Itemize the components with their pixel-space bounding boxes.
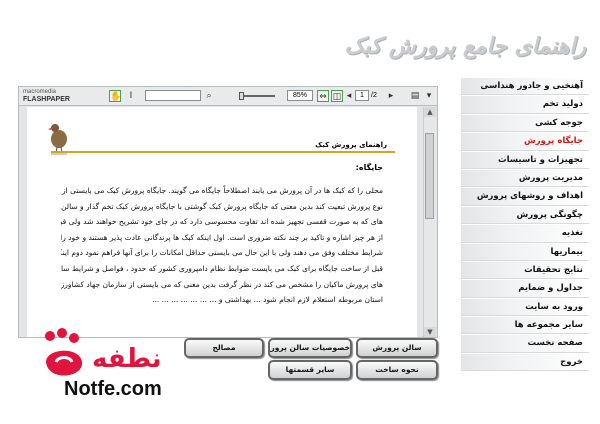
search-icon[interactable]: ⌕ [203,90,215,102]
text-select-icon[interactable]: I [125,90,137,102]
section-title: جایگاه: [355,163,383,172]
flashpaper-logo-big: FLASHPAPER [23,96,70,103]
menu-item-modiriat[interactable]: مدیریت پرورش [461,169,589,188]
body-line: قبل از ساخت جایگاه برای کبک می بایست ضوا… [61,263,383,273]
menu-item-khoruj[interactable]: خروج [461,353,589,372]
zoom-slider[interactable] [239,92,275,100]
body-line: استان مربوطه استعلام لازم انجام شود ... … [152,295,383,305]
menu-item-mohandesi[interactable]: آهنخیی و جادور هنداسی [461,78,589,96]
menu-item-tolid-tokhm[interactable]: دولید تخم [461,96,589,114]
salon-parvaresh-button[interactable]: سالن پرورش [356,338,438,358]
document-body: محلی را که کبک ها در آن پرورش می یابند ا… [61,183,383,308]
menu-item-jadaval[interactable]: جداول و ضمایم [461,280,589,298]
document-page: راهنمای پرورش کبک جایگاه: محلی را که کبک… [27,107,417,337]
page-number-input[interactable]: 1 [355,90,369,101]
notfe-logo: نطفه Notfe.com [40,318,190,418]
page-total: /2 [371,92,377,99]
masaleh-button[interactable]: مصالح [184,338,264,358]
body-line: های که به صورت قفسی تجهیز شده اند تفاوت … [61,217,383,227]
body-line: محلی را که کبک ها در آن پرورش می یابند ا… [61,186,383,195]
next-page-icon[interactable]: ▸ [385,90,397,102]
logo-persian-text: نطفه [92,344,162,374]
zoom-slider-handle[interactable] [239,92,244,100]
hand-tool-icon[interactable]: ✋ [109,90,121,102]
flashpaper-logo: macromedia FLASHPAPER [23,89,70,104]
search-input[interactable] [145,90,201,101]
menu-item-sayer-majmueh[interactable]: سایر مجموعه ها [461,317,589,335]
menu-item-taghzieh[interactable]: تغذیه [461,225,589,243]
logo-english-text: Notfe.com [64,378,162,400]
scroll-down-icon[interactable]: ▼ [424,327,436,337]
body-line: از هر چیز اشاره و تاکید بر چند نکته ضرور… [61,232,383,242]
sidebar-menu: آهنخیی و جادور هنداسی دولید تخم جوجه کشی… [461,78,589,372]
menu-item-chegunegi[interactable]: چگونگی پرورش [461,206,589,225]
print-icon[interactable]: ▤ [409,90,421,102]
menu-item-tajhizat[interactable]: تجهیزات و تاسیسات [461,151,589,169]
flashpaper-viewer: macromedia FLASHPAPER ✋ I ⌕ 85% ⇔ ◫ ◂ 1 … [18,86,438,338]
fit-page-icon[interactable]: ◫ [331,90,343,102]
menu-item-nataj[interactable]: نتایج تحقیقات [461,261,589,280]
nahve-sakht-button[interactable]: نحوه ساخت [356,360,438,380]
scroll-up-icon[interactable]: ▲ [424,107,436,117]
body-line: نوع پرورش تبعیت کند بدین معنی که جایگاه … [61,201,383,211]
menu-item-jaygah-parvaresh[interactable]: جایگاه پرورش [461,133,589,151]
document-heading: راهنمای پرورش کبک [315,141,387,149]
scroll-thumb[interactable] [425,133,434,219]
heading-divider [51,151,395,153]
prev-page-icon[interactable]: ◂ [343,90,355,102]
fit-width-icon[interactable]: ⇔ [317,90,329,102]
zoom-level[interactable]: 85% [287,90,313,101]
sayer-ghesmatha-button[interactable]: سایر قسمتها [268,360,352,380]
menu-item-safhe-nokhost[interactable]: صفحه نخست [461,335,589,353]
flashpaper-logo-small: macromedia [23,89,57,95]
khosusiat-salon-button[interactable]: خصوصیات سالن پرورش [268,338,352,358]
body-line: شرایط مختلف وفق می دهند ولی با این حال م… [61,248,383,258]
partridge-icon [48,124,67,155]
menu-item-jujeh-keshi[interactable]: جوجه کشی [461,114,589,133]
menu-item-vorud-site[interactable]: ورود به سایت [461,298,589,317]
viewer-toolbar: macromedia FLASHPAPER ✋ I ⌕ 85% ⇔ ◫ ◂ 1 … [19,87,437,106]
options-icon[interactable]: ▾ [423,90,435,102]
menu-item-bimariha[interactable]: بیماریها [461,243,589,261]
menu-item-ahdaf[interactable]: اهداف و روشهای پرورش [461,188,589,206]
page-title: راهنمای جامع پرورش کبک [344,34,586,59]
body-line: های پرورش ماکیان را مشخص می کند در نظر گ… [61,279,383,289]
vertical-scrollbar[interactable]: ▲ ▼ [423,107,436,337]
